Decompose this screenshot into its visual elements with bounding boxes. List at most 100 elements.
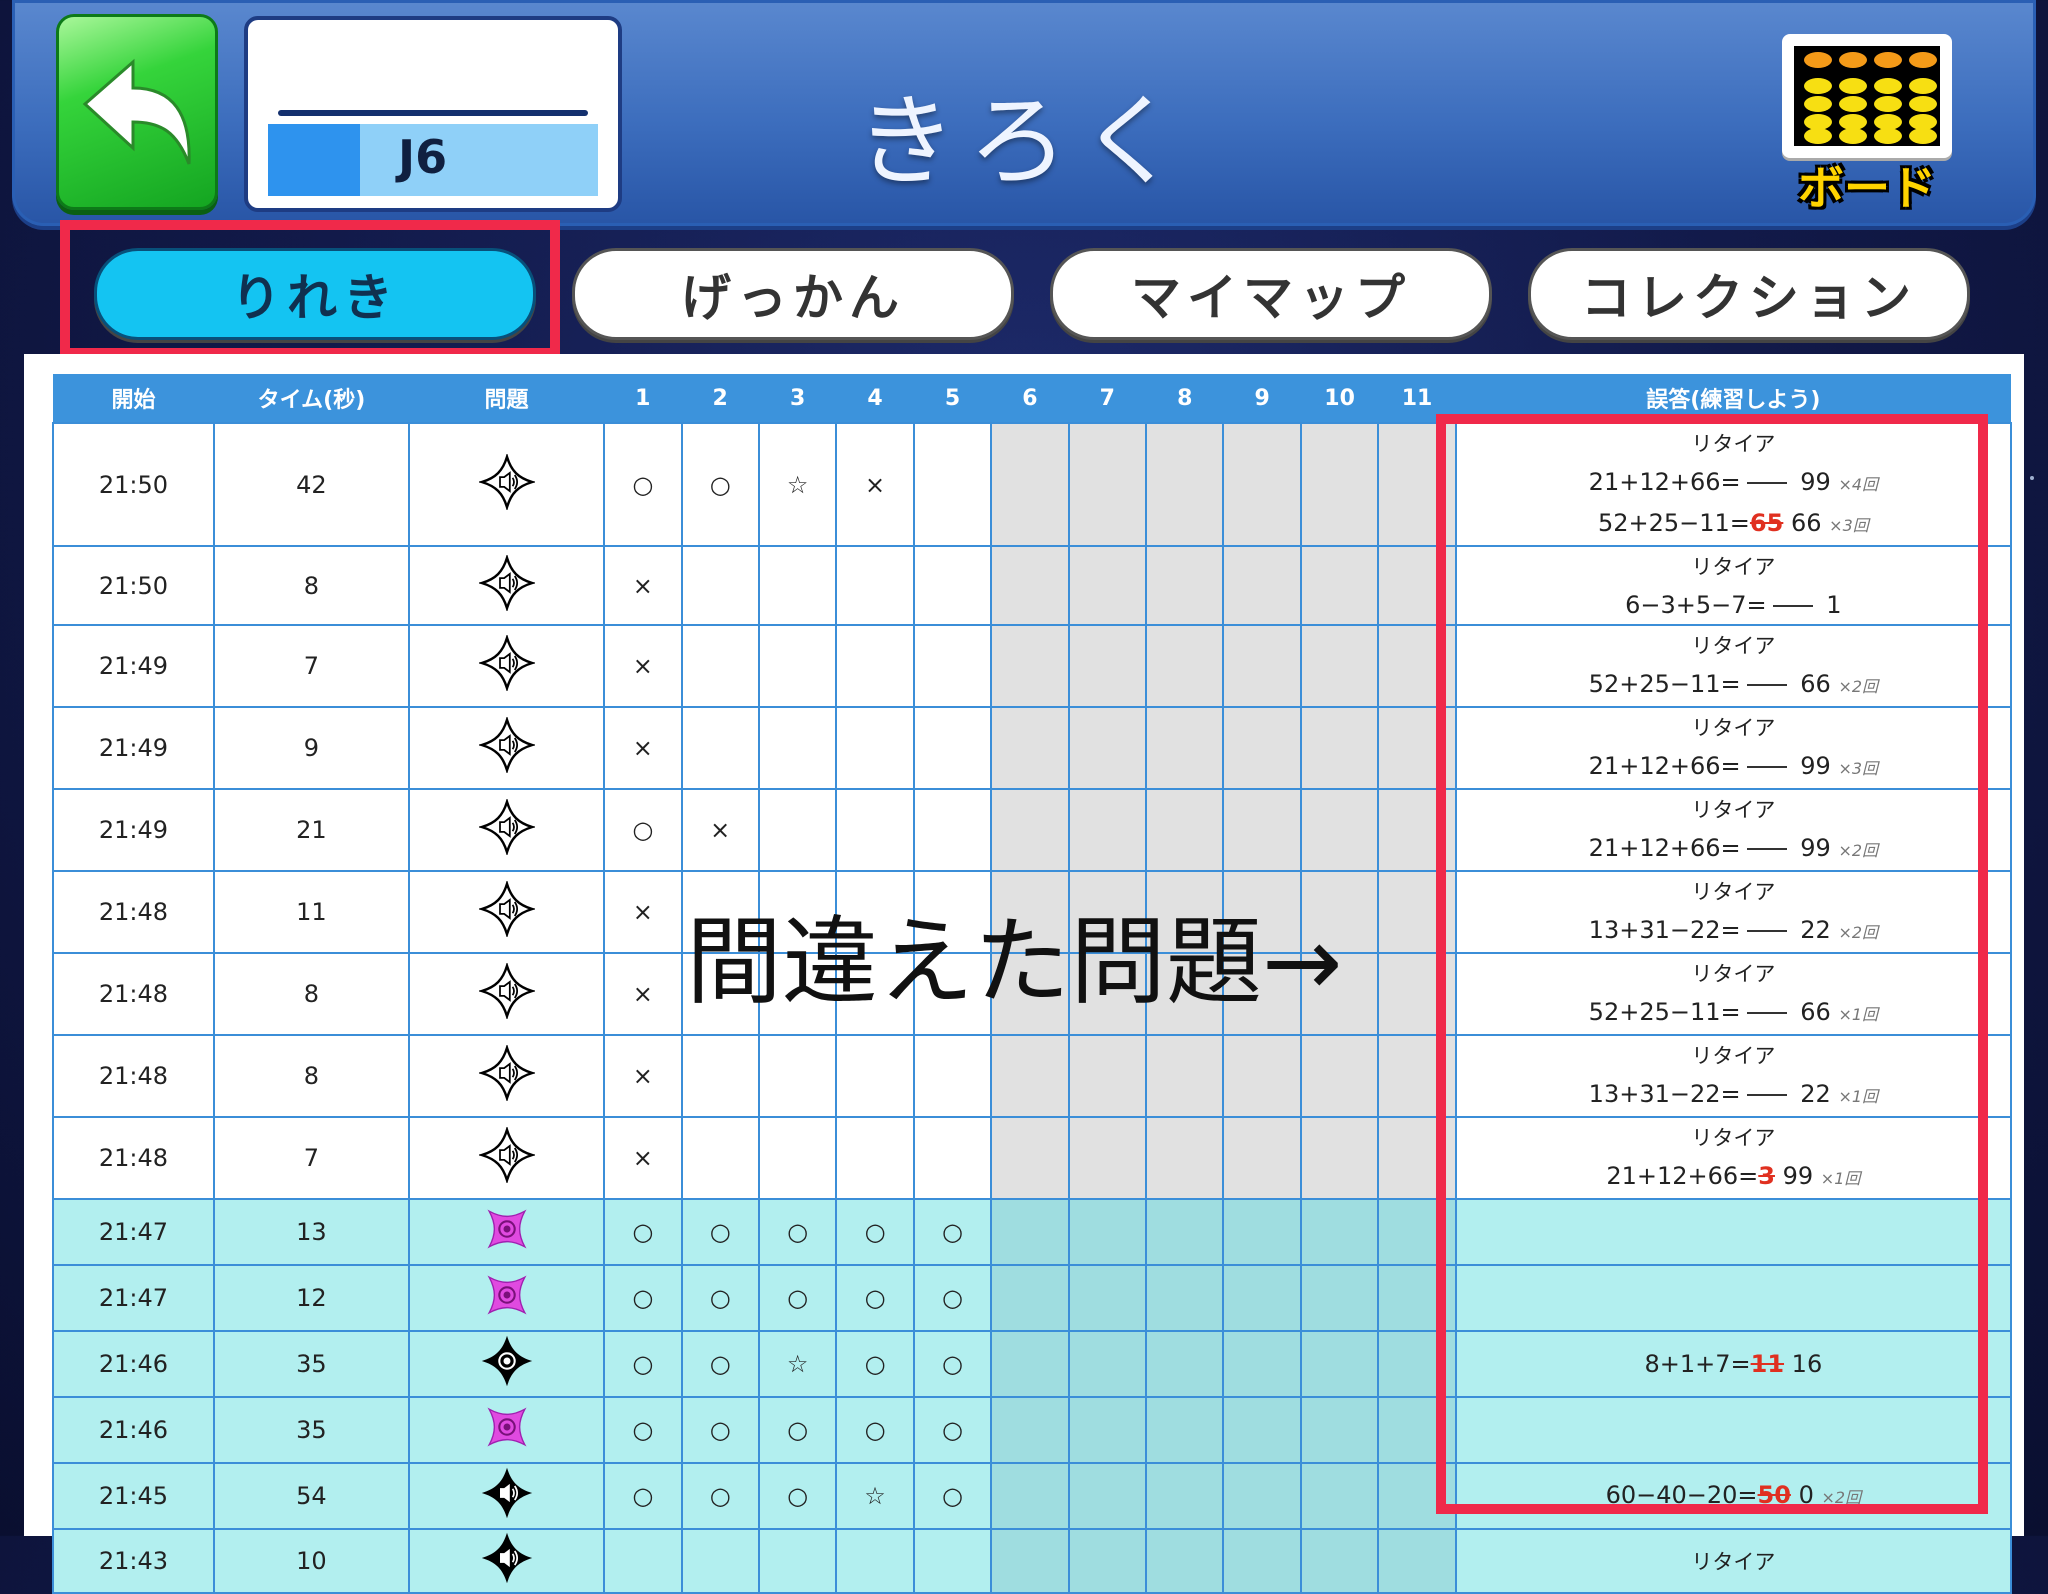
start-time-cell: 21:48 — [52, 1116, 215, 1200]
speaker-star-black-icon — [479, 1465, 535, 1527]
problem-icon-cell — [407, 545, 606, 626]
tab-my-map[interactable]: マイマップ — [1050, 248, 1492, 340]
result-mark-cell — [912, 624, 993, 708]
result-mark-cell: ○ — [603, 1264, 683, 1332]
result-mark-cell — [990, 706, 1070, 790]
time-cell: 35 — [212, 1330, 410, 1398]
result-mark-cell — [1067, 1528, 1148, 1594]
result-mark-cell: ○ — [680, 1462, 760, 1530]
result-mark-cell: ○ — [835, 1198, 915, 1266]
abacus-bead — [1804, 52, 1832, 68]
abacus-bead — [1874, 78, 1902, 94]
result-mark: ○ — [709, 1416, 731, 1444]
board-button[interactable]: ボード — [1782, 34, 1952, 215]
result-mark-cell — [835, 1034, 915, 1118]
problem-icon-cell — [407, 870, 606, 954]
result-mark-cell: ○ — [603, 1198, 683, 1266]
abacus-bead — [1839, 96, 1867, 112]
start-time-cell: 21:50 — [52, 422, 215, 547]
result-mark-cell: ○ — [680, 1264, 760, 1332]
start-time-cell: 21:49 — [52, 788, 215, 872]
wrong-answers-highlight-frame — [1436, 414, 1988, 1514]
result-mark-cell — [1222, 1330, 1302, 1398]
result-mark-cell — [990, 624, 1070, 708]
result-mark-cell — [1145, 706, 1225, 790]
result-mark-cell — [1299, 1528, 1380, 1594]
result-mark: ○ — [942, 1482, 963, 1510]
result-mark: ○ — [709, 1350, 731, 1378]
result-mark-cell — [1067, 624, 1148, 708]
result-mark-cell: ○ — [603, 788, 683, 872]
problem-icon-cell — [407, 1116, 606, 1200]
result-mark-cell: ○ — [680, 1396, 760, 1464]
result-mark-cell — [990, 1034, 1070, 1118]
result-mark-cell — [912, 1116, 993, 1200]
result-mark-cell: ○ — [757, 1198, 838, 1266]
target-star-black-icon — [479, 1333, 535, 1395]
result-mark-cell — [1299, 1264, 1380, 1332]
problem-icon-cell — [407, 1396, 606, 1464]
result-mark: × — [632, 898, 653, 926]
abacus-bead — [1839, 52, 1867, 68]
speaker-star-icon — [477, 715, 536, 779]
speaker-star-icon — [477, 879, 536, 943]
result-mark: × — [632, 980, 653, 1008]
history-row[interactable]: 21:43 10 リタイア — [52, 1528, 2013, 1594]
abacus-bead — [1839, 128, 1867, 144]
result-mark-cell — [990, 422, 1070, 547]
time-cell: 7 — [212, 1116, 410, 1200]
wrong-answers-cell: リタイア — [1454, 1528, 2013, 1594]
result-mark: × — [632, 571, 653, 600]
result-mark-cell: ○ — [680, 1198, 760, 1266]
result-mark: × — [632, 734, 653, 762]
result-mark: × — [710, 816, 731, 844]
result-mark-cell — [1299, 545, 1380, 626]
result-mark-cell — [1145, 422, 1225, 547]
result-mark-cell: × — [603, 870, 683, 954]
result-mark: ○ — [942, 1218, 963, 1246]
result-mark: × — [632, 652, 653, 680]
abacus-icon — [1782, 34, 1952, 158]
result-mark-cell: ○ — [757, 1462, 838, 1530]
problem-icon-cell — [407, 1264, 606, 1332]
result-mark-cell — [835, 1116, 915, 1200]
result-mark: ○ — [709, 1218, 731, 1246]
column-header: 9 — [1223, 374, 1301, 423]
problem-icon-cell — [407, 624, 606, 708]
abacus-bead — [1874, 128, 1902, 144]
result-mark-cell — [912, 1034, 993, 1118]
problem-icon-cell — [407, 1034, 606, 1118]
tab-monthly[interactable]: げっかん — [572, 248, 1014, 340]
result-mark: ○ — [787, 1482, 809, 1510]
result-mark: × — [632, 1144, 653, 1172]
speaker-star-icon — [477, 633, 536, 697]
result-mark-cell — [1067, 545, 1148, 626]
result-mark-cell — [757, 545, 838, 626]
column-header: 問題 — [408, 374, 605, 423]
result-mark-cell: × — [680, 788, 760, 872]
result-mark-cell: ☆ — [835, 1462, 915, 1530]
abacus-bead — [1804, 78, 1832, 94]
column-header: 7 — [1068, 374, 1147, 423]
star-decoration — [2030, 476, 2034, 480]
result-mark: ○ — [632, 1218, 654, 1246]
result-mark-cell: ☆ — [757, 1330, 838, 1398]
result-mark-cell — [1299, 1330, 1380, 1398]
result-mark: ○ — [864, 1218, 886, 1246]
result-mark-cell — [1145, 1330, 1225, 1398]
result-mark-cell — [680, 1116, 760, 1200]
result-mark-cell — [680, 706, 760, 790]
result-mark-cell: ○ — [835, 1330, 915, 1398]
result-mark-cell — [1222, 1528, 1302, 1594]
result-mark-cell — [990, 1396, 1070, 1464]
result-mark-cell — [912, 1528, 993, 1594]
start-time-cell: 21:47 — [52, 1198, 215, 1266]
column-header: 2 — [681, 374, 759, 423]
result-mark-cell — [1145, 788, 1225, 872]
abacus-bead — [1874, 96, 1902, 112]
result-mark-cell — [1222, 1264, 1302, 1332]
column-header: 4 — [836, 374, 914, 423]
tab-collection[interactable]: コレクション — [1528, 248, 1970, 340]
tab-history[interactable]: りれき — [94, 248, 536, 340]
speaker-star-icon — [477, 553, 536, 617]
